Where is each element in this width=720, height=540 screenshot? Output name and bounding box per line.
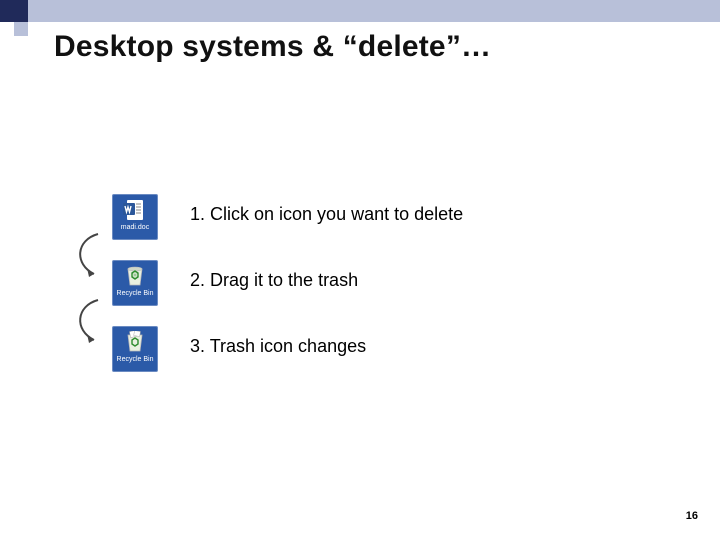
accent-dark-segment — [0, 0, 28, 22]
step-text: 3. Trash icon changes — [190, 326, 366, 357]
step-row: Recycle Bin 3. Trash icon changes — [80, 326, 463, 392]
recycle-bin-full-icon: Recycle Bin — [112, 326, 158, 372]
accent-light-segment — [28, 0, 720, 22]
step-row: Recycle Bin 2. Drag it to the trash — [80, 260, 463, 326]
accent-square — [14, 22, 28, 36]
step-row: madi.doc 1. Click on icon you want to de… — [80, 194, 463, 260]
icon-label: madi.doc — [121, 224, 149, 231]
icon-label: Recycle Bin — [117, 356, 154, 363]
bin-full-glyph — [123, 331, 147, 353]
document-glyph — [123, 199, 147, 221]
icon-label: Recycle Bin — [117, 290, 154, 297]
step-icon-wrapper: Recycle Bin — [80, 260, 190, 306]
step-icon-wrapper: madi.doc — [80, 194, 190, 240]
word-document-icon: madi.doc — [112, 194, 158, 240]
step-text: 1. Click on icon you want to delete — [190, 194, 463, 225]
step-icon-wrapper: Recycle Bin — [80, 326, 190, 372]
slide-title: Desktop systems & “delete”… — [54, 30, 491, 64]
page-number: 16 — [686, 510, 698, 522]
steps-list: madi.doc 1. Click on icon you want to de… — [80, 194, 463, 392]
slide-top-accent — [0, 0, 720, 22]
step-text: 2. Drag it to the trash — [190, 260, 358, 291]
recycle-bin-empty-icon: Recycle Bin — [112, 260, 158, 306]
bin-glyph — [123, 265, 147, 287]
